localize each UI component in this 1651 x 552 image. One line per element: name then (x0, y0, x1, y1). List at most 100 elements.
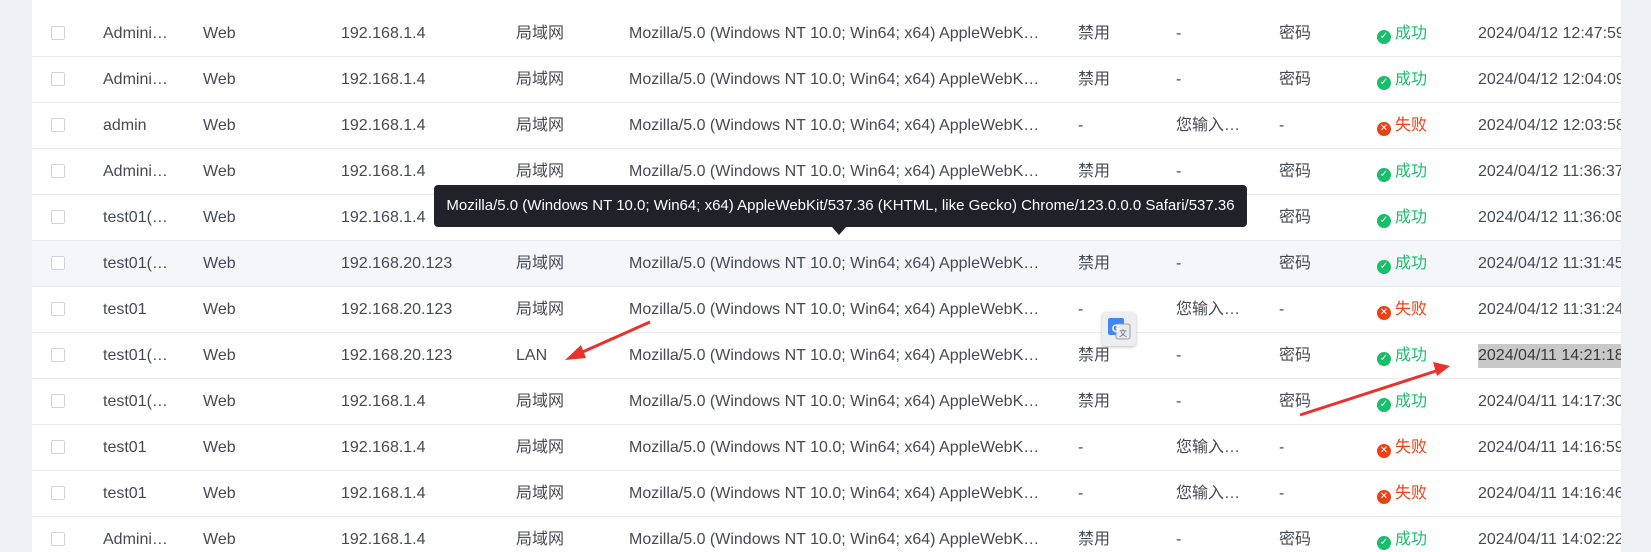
field1-cell: 禁用 (1078, 393, 1111, 410)
username-cell: Admini… (103, 71, 168, 88)
status-label: 成功 (1395, 163, 1428, 180)
table-row[interactable]: test01(… Web 192.168.20.123 局域网 Mozilla/5.0 … (32, 241, 1621, 287)
field1-cell: 禁用 (1078, 25, 1111, 42)
ip-address-cell: 192.168.1.4 (341, 531, 426, 548)
username-cell: admin (103, 117, 147, 134)
table-row[interactable]: test01(… Web 192.168.1.4 局域网 Mozilla/5.0 (Wi… (32, 379, 1621, 425)
row-checkbox[interactable] (51, 394, 65, 408)
user-agent-cell: Mozilla/5.0 (Windows NT 10.0; Win64; x64… (629, 531, 1040, 548)
row-checkbox[interactable] (51, 210, 65, 224)
ip-address-cell: 192.168.20.123 (341, 347, 453, 364)
location-cell: 局域网 (516, 485, 565, 502)
check-circle-icon: ✓ (1377, 30, 1391, 44)
login-type-cell: Web (203, 71, 236, 88)
location-cell: 局域网 (516, 117, 565, 134)
field3-cell: 密码 (1279, 25, 1312, 42)
table-row[interactable]: Admini… Web 192.168.1.4 局域网 Mozilla/5.0 (Win… (32, 517, 1621, 552)
field3-cell: 密码 (1279, 531, 1312, 548)
field3-cell: 密码 (1279, 255, 1312, 272)
check-circle-icon: ✓ (1377, 168, 1391, 182)
field2-cell: - (1176, 25, 1182, 42)
user-agent-cell: Mozilla/5.0 (Windows NT 10.0; Win64; x64… (629, 25, 1040, 42)
row-checkbox[interactable] (51, 440, 65, 454)
login-type-cell: Web (203, 531, 236, 548)
status-cell: ✓ 成功 (1377, 11, 1467, 57)
field3-cell: - (1279, 301, 1285, 318)
ip-address-cell: 192.168.1.4 (341, 485, 426, 502)
login-log-table: Admini… Web 192.168.1.4 局域网 Mozilla/5.0 (Win… (32, 0, 1621, 552)
location-cell: 局域网 (516, 531, 565, 548)
username-cell: test01 (103, 485, 147, 502)
login-type-cell: Web (203, 163, 236, 180)
row-checkbox[interactable] (51, 72, 65, 86)
ip-address-cell: 192.168.1.4 (341, 117, 426, 134)
login-time-text: 2024/04/12 11:31:24 (1478, 301, 1621, 318)
field2-cell: - (1176, 347, 1182, 364)
table-row[interactable]: test01 Web 192.168.1.4 局域网 Mozilla/5.0 (Wind… (32, 425, 1621, 471)
field2-cell: - (1176, 71, 1182, 88)
user-agent-cell: Mozilla/5.0 (Windows NT 10.0; Win64; x64… (629, 393, 1040, 410)
field3-cell: 密码 (1279, 163, 1312, 180)
ip-address-cell: 192.168.1.4 (341, 439, 426, 456)
x-circle-icon: ✕ (1377, 306, 1391, 320)
login-time-text: 2024/04/12 12:04:09 (1478, 71, 1621, 88)
field1-cell: - (1078, 485, 1084, 502)
table-row[interactable]: admin Web 192.168.1.4 局域网 Mozilla/5.0 (Windo… (32, 103, 1621, 149)
row-checkbox[interactable] (51, 486, 65, 500)
row-checkbox[interactable] (51, 256, 65, 270)
row-checkbox[interactable] (51, 348, 65, 362)
translate-widget[interactable]: G 文 (1102, 312, 1136, 346)
field3-cell: 密码 (1279, 71, 1312, 88)
status-label: 成功 (1395, 209, 1428, 226)
login-time-text: 2024/04/12 12:03:58 (1478, 117, 1621, 134)
table-row[interactable]: Admini… Web 192.168.1.4 局域网 Mozilla/5.0 (Win… (32, 57, 1621, 103)
login-time-text: 2024/04/11 14:02:22 (1478, 531, 1621, 548)
table-row[interactable]: Admini… Web 192.168.1.4 局域网 Mozilla/5.0 (Win… (32, 11, 1621, 57)
x-circle-icon: ✕ (1377, 490, 1391, 504)
location-cell: 局域网 (516, 393, 565, 410)
status-cell: ✓ 成功 (1377, 195, 1467, 241)
user-agent-cell: Mozilla/5.0 (Windows NT 10.0; Win64; x64… (629, 347, 1040, 364)
row-checkbox[interactable] (51, 164, 65, 178)
table-row[interactable]: test01 Web 192.168.1.4 局域网 Mozilla/5.0 (Wind… (32, 471, 1621, 517)
login-time-cell: 2024/04/12 11:31:24 (1478, 287, 1621, 333)
row-checkbox[interactable] (51, 302, 65, 316)
field2-cell: 您输入… (1176, 439, 1241, 456)
ip-address-cell: 192.168.20.123 (341, 301, 453, 318)
user-agent-cell: Mozilla/5.0 (Windows NT 10.0; Win64; x64… (629, 439, 1040, 456)
row-checkbox[interactable] (51, 118, 65, 132)
login-type-cell: Web (203, 439, 236, 456)
login-time-cell: 2024/04/12 11:36:37 (1478, 149, 1621, 195)
status-label: 成功 (1395, 531, 1428, 548)
login-time-text: 2024/04/12 11:36:37 (1478, 163, 1621, 180)
status-cell: ✓ 成功 (1377, 57, 1467, 103)
row-checkbox[interactable] (51, 26, 65, 40)
field3-cell: 密码 (1279, 393, 1312, 410)
check-circle-icon: ✓ (1377, 352, 1391, 366)
login-type-cell: Web (203, 25, 236, 42)
user-agent-cell: Mozilla/5.0 (Windows NT 10.0; Win64; x64… (629, 301, 1040, 318)
user-agent-cell: Mozilla/5.0 (Windows NT 10.0; Win64; x64… (629, 71, 1040, 88)
login-time-text: 2024/04/12 12:47:59 (1478, 25, 1621, 42)
table-row[interactable]: test01 Web 192.168.20.123 局域网 Mozilla/5.0 (W… (32, 287, 1621, 333)
username-cell: Admini… (103, 25, 168, 42)
ip-address-cell: 192.168.1.4 (341, 25, 426, 42)
login-time-cell: 2024/04/12 11:31:45 (1478, 241, 1621, 287)
location-cell: 局域网 (516, 301, 565, 318)
status-label: 失败 (1395, 117, 1428, 134)
username-cell: test01(… (103, 393, 168, 410)
status-cell: ✕ 失败 (1377, 471, 1467, 517)
row-checkbox[interactable] (51, 532, 65, 546)
field2-cell: - (1176, 255, 1182, 272)
x-circle-icon: ✕ (1377, 122, 1391, 136)
login-type-cell: Web (203, 485, 236, 502)
table-row[interactable]: test01(… Web 192.168.20.123 LAN Mozilla/5.0 … (32, 333, 1621, 379)
check-circle-icon: ✓ (1377, 260, 1391, 274)
x-circle-icon: ✕ (1377, 444, 1391, 458)
username-cell: test01(… (103, 209, 168, 226)
status-cell: ✓ 成功 (1377, 241, 1467, 287)
location-cell: 局域网 (516, 25, 565, 42)
status-cell: ✓ 成功 (1377, 333, 1467, 379)
login-time-cell: 2024/04/12 12:04:09 (1478, 57, 1621, 103)
status-label: 成功 (1395, 71, 1428, 88)
